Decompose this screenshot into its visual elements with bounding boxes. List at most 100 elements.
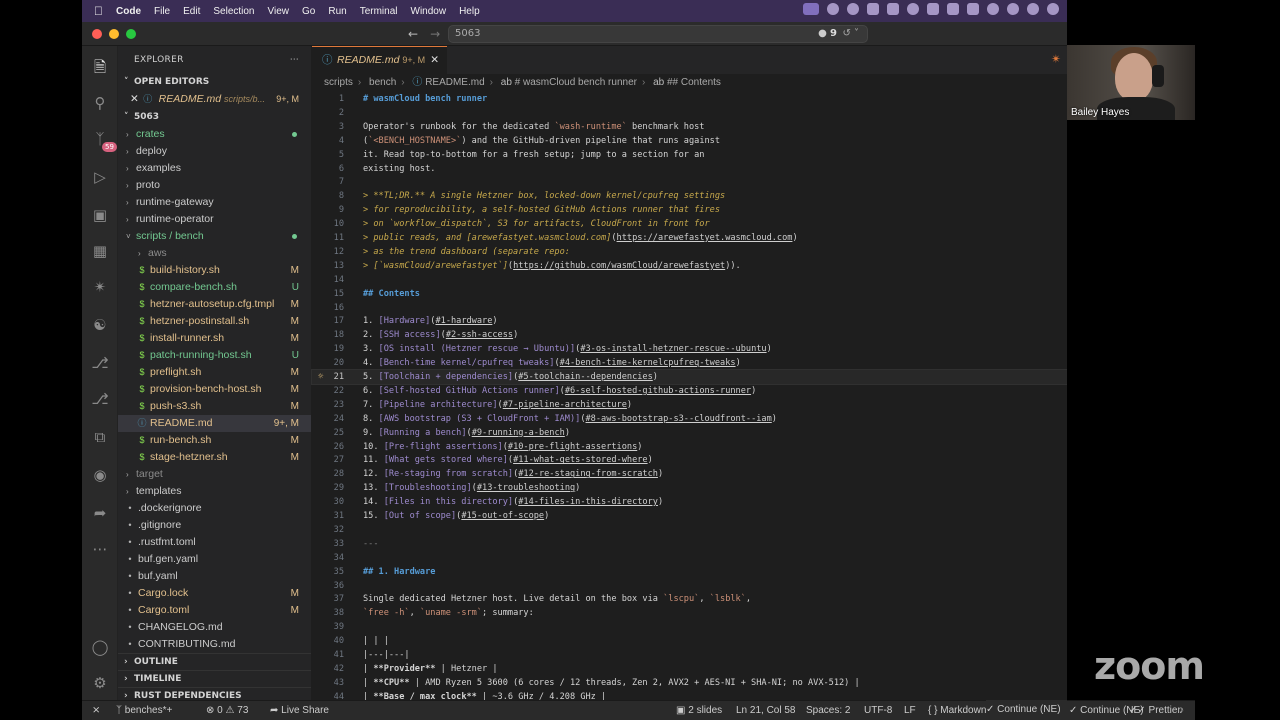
indentation[interactable]: Spaces: 2 bbox=[806, 701, 850, 720]
account-icon[interactable]: ◯ bbox=[91, 638, 109, 656]
notifications-bell-icon[interactable]: ♪ bbox=[1179, 701, 1184, 720]
problems-indicator[interactable]: ⊗ 0 ⚠ 73 bbox=[206, 701, 248, 720]
copilot-icon[interactable]: ↺ ˅ bbox=[842, 26, 859, 42]
tree-item[interactable]: • Cargo.lock M bbox=[118, 585, 311, 602]
live-share-button[interactable]: ➦ Live Share bbox=[270, 701, 329, 720]
code-line[interactable]: 3 Operator's runbook for the dedicated `w… bbox=[312, 120, 1067, 134]
code-line[interactable]: 5 it. Read top-to-bottom for a fresh setu… bbox=[312, 148, 1067, 162]
code-line[interactable]: 23 7. [Pipeline architecture](#7-pipeline… bbox=[312, 398, 1067, 412]
lightbulb-icon[interactable]: ☼ bbox=[318, 370, 323, 384]
prettier-status[interactable]: ✓✓ Prettier bbox=[1129, 701, 1181, 720]
tree-item[interactable]: $ push-s3.sh M bbox=[118, 398, 311, 415]
branch-indicator[interactable]: ᛉ benches*+ bbox=[116, 701, 172, 720]
tree-item[interactable]: • .gitignore bbox=[118, 517, 311, 534]
menu-help[interactable]: Help bbox=[459, 6, 480, 17]
tree-item[interactable]: $ compare-bench.sh U bbox=[118, 279, 311, 296]
code-line[interactable]: 41 |---|---| bbox=[312, 648, 1067, 662]
breadcrumb-item[interactable]: # wasmCloud bench runner bbox=[515, 77, 637, 88]
code-line[interactable]: 33 --- bbox=[312, 537, 1067, 551]
code-line[interactable]: 30 14. [Files in this directory](#14-file… bbox=[312, 495, 1067, 509]
wifi-icon[interactable] bbox=[987, 3, 999, 15]
timeline-section[interactable]: › TIMELINE bbox=[118, 670, 311, 687]
control-center-icon[interactable] bbox=[967, 3, 979, 15]
code-line[interactable]: 19 3. [OS install (Hetzner rescue → Ubunt… bbox=[312, 342, 1067, 356]
forward-arrow-icon[interactable]: → bbox=[430, 27, 440, 41]
spark-icon[interactable]: ✴ bbox=[91, 278, 109, 296]
problems-badge[interactable]: ● 9 bbox=[818, 26, 837, 42]
github-icon[interactable]: ◉ bbox=[91, 466, 109, 484]
menu-go[interactable]: Go bbox=[302, 6, 315, 17]
code-line[interactable]: 7 bbox=[312, 175, 1067, 189]
open-editor-item[interactable]: ✕ ⓘ README.md scripts/b... 9+, M bbox=[118, 91, 311, 108]
extensions-icon[interactable]: ▦ bbox=[91, 242, 109, 260]
menu-run[interactable]: Run bbox=[328, 6, 346, 17]
code-line[interactable]: 4 (`<BENCH_HOSTNAME>`) and the GitHub-dri… bbox=[312, 134, 1067, 148]
tree-item[interactable]: ⓘ README.md 9+, M bbox=[118, 415, 311, 432]
code-line[interactable]: 11 > public reads, and [arewefastyet.wasm… bbox=[312, 231, 1067, 245]
code-line[interactable]: 17 1. [Hardware](#1-hardware) bbox=[312, 314, 1067, 328]
slides-indicator[interactable]: ▣ 2 slides bbox=[676, 701, 722, 720]
rust-dependencies-section[interactable]: › RUST DEPENDENCIES bbox=[118, 687, 311, 700]
focus-icon[interactable] bbox=[1007, 3, 1019, 15]
code-line[interactable]: 38 `free -h`, `uname -srm`; summary: bbox=[312, 606, 1067, 620]
code-line[interactable]: 13 > [`wasmCloud/arewefastyet`](https://g… bbox=[312, 259, 1067, 273]
code-line[interactable]: 8 > **TL;DR.** A single Hetzner box, lock… bbox=[312, 189, 1067, 203]
breadcrumb-item[interactable]: README.md bbox=[425, 77, 484, 88]
code-line[interactable]: 18 2. [SSH access](#2-ssh-access) bbox=[312, 328, 1067, 342]
close-tab-icon[interactable]: ✕ bbox=[430, 47, 439, 73]
code-line[interactable]: 12 > as the trend dashboard (separate rep… bbox=[312, 245, 1067, 259]
code-line[interactable]: 15 ## Contents bbox=[312, 287, 1067, 301]
tree-item[interactable]: • CHANGELOG.md bbox=[118, 619, 311, 636]
tree-item[interactable]: $ hetzner-postinstall.sh M bbox=[118, 313, 311, 330]
command-center[interactable]: 5063 ● 9 ↺ ˅ bbox=[448, 25, 868, 43]
code-editor[interactable]: 1 # wasmCloud bench runner 2 3 Operator's ru… bbox=[311, 92, 1067, 702]
git-graph-icon[interactable]: ⎇ bbox=[91, 354, 109, 372]
code-line[interactable]: 16 bbox=[312, 301, 1067, 315]
close-window-button[interactable] bbox=[92, 29, 102, 39]
app-icon[interactable] bbox=[867, 3, 879, 15]
run-debug-icon[interactable]: ▷ bbox=[91, 168, 109, 186]
tree-item[interactable]: › templates bbox=[118, 483, 311, 500]
code-line[interactable]: 20 4. [Bench-time kernel/cpufreq tweaks](… bbox=[312, 356, 1067, 370]
remote-explorer-icon[interactable]: ▣ bbox=[91, 206, 109, 224]
tree-item[interactable]: • .dockerignore bbox=[118, 500, 311, 517]
spotlight-search-icon[interactable] bbox=[1047, 3, 1059, 15]
pull-request-icon[interactable]: ⎇ bbox=[91, 390, 109, 408]
code-line[interactable]: 40 | | | bbox=[312, 634, 1067, 648]
code-line[interactable]: 34 bbox=[312, 551, 1067, 565]
menu-terminal[interactable]: Terminal bbox=[360, 6, 398, 17]
outline-section[interactable]: › OUTLINE bbox=[118, 653, 311, 670]
moon-icon[interactable] bbox=[1027, 3, 1039, 15]
code-line[interactable]: 10 > on `workflow_dispatch`, S3 for artif… bbox=[312, 217, 1067, 231]
display-icon[interactable] bbox=[887, 3, 899, 15]
more-actions-icon[interactable]: ⋯ bbox=[290, 46, 299, 74]
tree-item[interactable]: $ preflight.sh M bbox=[118, 364, 311, 381]
search-icon[interactable]: ⚲ bbox=[91, 94, 109, 112]
encoding[interactable]: UTF-8 bbox=[864, 701, 892, 720]
close-icon[interactable]: ✕ bbox=[130, 93, 139, 105]
tree-item[interactable]: • CONTRIBUTING.md bbox=[118, 636, 311, 653]
spark-icon[interactable]: ✴ bbox=[1051, 52, 1061, 66]
tree-item[interactable]: › examples bbox=[118, 160, 311, 177]
play-icon[interactable] bbox=[907, 3, 919, 15]
tree-item[interactable]: $ run-bench.sh M bbox=[118, 432, 311, 449]
remote-indicator-icon[interactable]: ⨯ bbox=[92, 701, 100, 720]
explorer-icon[interactable]: 🗎 bbox=[91, 58, 109, 76]
code-line[interactable]: 29 13. [Troubleshooting](#13-troubleshoot… bbox=[312, 481, 1067, 495]
code-line[interactable]: 21 5. [Toolchain + dependencies](#5-toolc… bbox=[311, 369, 1067, 385]
menu-file[interactable]: File bbox=[154, 6, 170, 17]
code-line[interactable]: 9 > for reproducibility, a self-hosted Gi… bbox=[312, 203, 1067, 217]
cursor-position[interactable]: Ln 21, Col 58 bbox=[736, 701, 796, 720]
python-icon[interactable]: ☯ bbox=[91, 316, 109, 334]
tree-item[interactable]: ˅ scripts / bench bbox=[118, 228, 311, 245]
tree-item[interactable]: $ install-runner.sh M bbox=[118, 330, 311, 347]
breadcrumb-item[interactable]: ## Contents bbox=[667, 77, 721, 88]
code-line[interactable]: 1 # wasmCloud bench runner bbox=[312, 92, 1067, 106]
tree-item[interactable]: • Cargo.toml M bbox=[118, 602, 311, 619]
back-arrow-icon[interactable]: ← bbox=[408, 27, 418, 41]
tree-item[interactable]: $ provision-bench-host.sh M bbox=[118, 381, 311, 398]
tree-item[interactable]: $ build-history.sh M bbox=[118, 262, 311, 279]
code-line[interactable]: 27 11. [What gets stored where](#11-what-… bbox=[312, 453, 1067, 467]
code-line[interactable]: 35 ## 1. Hardware bbox=[312, 565, 1067, 579]
code-line[interactable]: 22 6. [Self-hosted GitHub Actions runner]… bbox=[312, 384, 1067, 398]
